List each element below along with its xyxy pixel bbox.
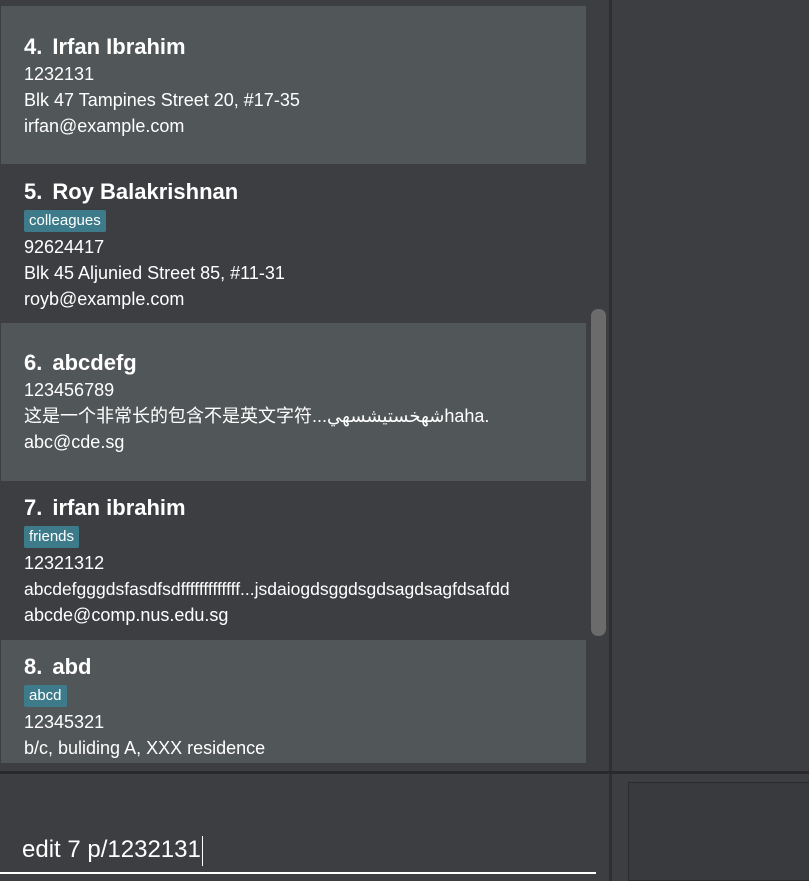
person-name-row: 6. abcdefg bbox=[24, 323, 586, 377]
person-card[interactable]: 7. irfan ibrahim friends 12321312 abcdefg… bbox=[1, 481, 586, 640]
person-address: Blk 47 Tampines Street 20, #17-35 bbox=[24, 90, 300, 110]
person-index: 6. bbox=[24, 350, 43, 375]
person-name: Irfan Ibrahim bbox=[52, 34, 186, 59]
person-phone: 123456789 bbox=[24, 380, 115, 400]
person-name-row: 5. Roy Balakrishnan bbox=[24, 164, 586, 206]
person-name-row: 7. irfan ibrahim bbox=[24, 481, 586, 522]
person-index: 7. bbox=[24, 495, 43, 520]
person-index: 5. bbox=[24, 179, 43, 204]
command-input[interactable]: edit 7 p/1232131 bbox=[0, 826, 596, 874]
tag-badge: abcd bbox=[24, 685, 67, 707]
detail-panel bbox=[612, 0, 809, 771]
command-text: edit 7 p/1232131 bbox=[22, 836, 201, 863]
person-name: Roy Balakrishnan bbox=[52, 179, 239, 204]
tag-badge: colleagues bbox=[24, 210, 106, 232]
address-book-window: 4. Irfan Ibrahim 1232131 Blk 47 Tampines … bbox=[0, 0, 809, 881]
person-list[interactable]: 4. Irfan Ibrahim 1232131 Blk 47 Tampines … bbox=[1, 6, 586, 763]
person-tags: friends bbox=[24, 522, 586, 550]
person-email: abcde@comp.nus.edu.sg bbox=[24, 605, 229, 625]
person-card[interactable]: 4. Irfan Ibrahim 1232131 Blk 47 Tampines … bbox=[1, 6, 586, 164]
person-card[interactable]: 8. abd abcd 12345321 b/c, buliding A, XXX… bbox=[1, 640, 586, 763]
person-name-row: 8. abd bbox=[24, 640, 586, 681]
person-address: Blk 45 Aljunied Street 85, #11-31 bbox=[24, 263, 285, 283]
result-display bbox=[628, 782, 809, 881]
person-email: abc@cde.sg bbox=[24, 432, 125, 452]
person-address: b/c, buliding A, XXX residence bbox=[24, 738, 266, 758]
person-name: irfan ibrahim bbox=[52, 495, 186, 520]
person-index: 8. bbox=[24, 654, 43, 679]
text-caret bbox=[201, 835, 203, 866]
person-address: abcdefgggdsfasdfsdfffffffffffff...jsdaio… bbox=[24, 579, 510, 599]
list-scrollbar-thumb[interactable] bbox=[591, 309, 606, 636]
person-name-row: 4. Irfan Ibrahim bbox=[24, 6, 586, 61]
person-phone: 1232131 bbox=[24, 64, 95, 84]
person-address: 这是一个非常长的包含不是英文字符...شهخستيشسهيhaha. bbox=[24, 406, 490, 426]
person-card[interactable]: 6. abcdefg 123456789 这是一个非常长的包含不是英文字符...ش… bbox=[1, 323, 586, 481]
person-phone: 12345321 bbox=[24, 712, 105, 732]
person-tags: colleagues bbox=[24, 206, 586, 234]
person-email: royb@example.com bbox=[24, 289, 185, 309]
person-name: abd bbox=[52, 654, 92, 679]
person-phone: 92624417 bbox=[24, 237, 105, 257]
person-email: irfan@example.com bbox=[24, 116, 185, 136]
person-card[interactable]: 5. Roy Balakrishnan colleagues 92624417 B… bbox=[1, 164, 586, 323]
person-tags: abcd bbox=[24, 681, 586, 709]
person-name: abcdefg bbox=[52, 350, 137, 375]
person-phone: 12321312 bbox=[24, 553, 105, 573]
person-list-panel: 4. Irfan Ibrahim 1232131 Blk 47 Tampines … bbox=[0, 0, 609, 771]
tag-badge: friends bbox=[24, 526, 80, 548]
person-index: 4. bbox=[24, 34, 43, 59]
